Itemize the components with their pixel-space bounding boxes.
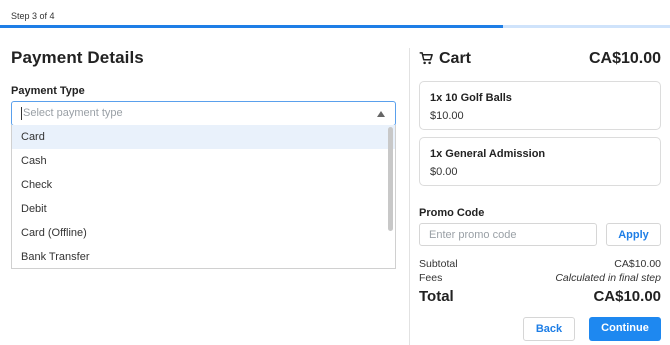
- fees-row: Fees Calculated in final step: [419, 272, 661, 284]
- back-label: Back: [535, 323, 563, 335]
- payment-option-cash[interactable]: Cash: [12, 149, 395, 173]
- step-indicator: Step 3 of 4: [11, 11, 55, 21]
- subtotal-row: Subtotal CA$10.00: [419, 258, 661, 270]
- cart-header: Cart CA$10.00: [419, 48, 661, 70]
- payment-type-dropdown: Card Cash Check Debit Card (Offline) Ban…: [11, 125, 396, 269]
- progress-bar-fill: [0, 25, 503, 28]
- apply-promo-button[interactable]: Apply: [606, 223, 661, 246]
- continue-label: Continue: [601, 322, 649, 334]
- fees-value: Calculated in final step: [555, 272, 661, 284]
- payment-details-section: Payment Details Payment Type Select paym…: [11, 48, 396, 269]
- chevron-up-icon[interactable]: [377, 111, 385, 117]
- dropdown-scrollbar[interactable]: [388, 127, 393, 231]
- total-value: CA$10.00: [593, 288, 661, 305]
- promo-code-placeholder: Enter promo code: [429, 229, 517, 241]
- payment-type-select[interactable]: Select payment type: [11, 101, 396, 126]
- cart-item-price: $0.00: [430, 166, 458, 178]
- total-label: Total: [419, 288, 454, 305]
- subtotal-value: CA$10.00: [614, 258, 661, 270]
- payment-option-check[interactable]: Check: [12, 173, 395, 197]
- text-cursor: [21, 107, 22, 120]
- payment-option-card[interactable]: Card: [12, 125, 395, 149]
- column-divider: [409, 48, 410, 345]
- cart-item: 1x 10 Golf Balls $10.00: [419, 81, 661, 130]
- cart-item: 1x General Admission $0.00: [419, 137, 661, 186]
- payment-type-placeholder: Select payment type: [23, 107, 123, 119]
- cart-item-name: 1x 10 Golf Balls: [430, 92, 512, 104]
- subtotal-label: Subtotal: [419, 258, 458, 270]
- cart-title: Cart: [439, 50, 472, 67]
- cart-item-name: 1x General Admission: [430, 148, 546, 160]
- payment-details-title: Payment Details: [11, 48, 144, 67]
- back-button[interactable]: Back: [523, 317, 575, 341]
- cart-icon: [419, 51, 434, 71]
- payment-option-debit[interactable]: Debit: [12, 197, 395, 221]
- promo-code-label: Promo Code: [419, 207, 485, 219]
- payment-option-bank-transfer[interactable]: Bank Transfer: [12, 245, 395, 268]
- promo-code-input[interactable]: Enter promo code: [419, 223, 597, 246]
- cart-item-price: $10.00: [430, 110, 464, 122]
- cart-header-total: CA$10.00: [588, 50, 661, 67]
- progress-bar: [0, 25, 670, 28]
- cart-panel: Cart CA$10.00 1x 10 Golf Balls $10.00 1x…: [419, 48, 661, 341]
- continue-button[interactable]: Continue: [589, 317, 661, 341]
- apply-label: Apply: [618, 229, 649, 241]
- fees-label: Fees: [419, 272, 443, 284]
- payment-type-label: Payment Type: [11, 85, 85, 97]
- total-row: Total CA$10.00: [419, 288, 661, 306]
- payment-option-card-offline[interactable]: Card (Offline): [12, 221, 395, 245]
